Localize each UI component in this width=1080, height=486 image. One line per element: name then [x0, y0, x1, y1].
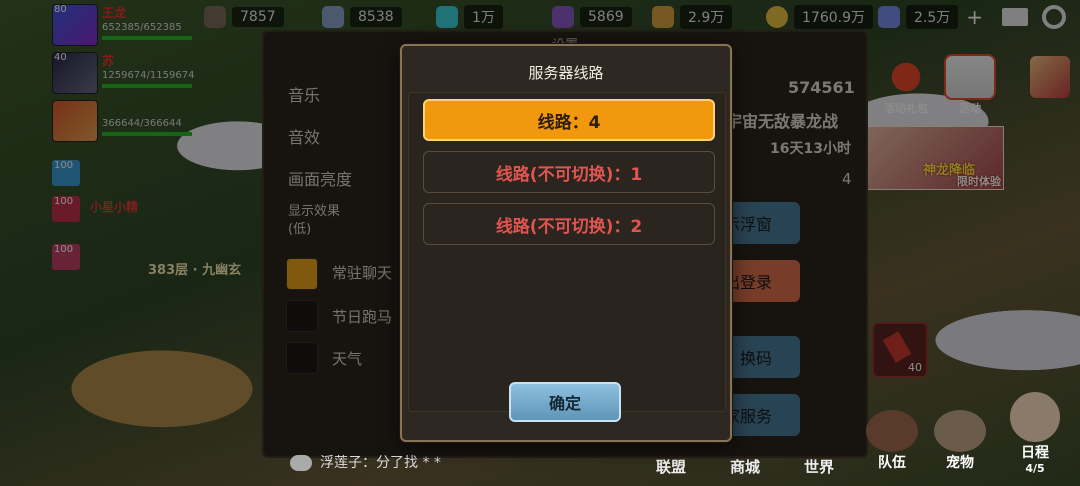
dialog-title: 服务器线路: [528, 64, 604, 82]
tab-world[interactable]: 世界: [804, 456, 834, 477]
chat-line[interactable]: 浮莲子：分了找 * *: [290, 452, 441, 472]
server-line-option-2[interactable]: 线路(不可切换)：2: [423, 203, 715, 245]
pet-button[interactable]: 宠物: [934, 410, 986, 472]
server-line-option-4[interactable]: 线路：4: [423, 99, 715, 141]
chat-bubble-icon: [290, 455, 312, 471]
team-icon: [866, 410, 918, 452]
server-line-dialog: 服务器线路 线路：4 线路(不可切换)：1 线路(不可切换)：2 确定: [400, 44, 732, 442]
tab-shop[interactable]: 商城: [730, 456, 760, 477]
schedule-button[interactable]: 日程 4/5: [1010, 392, 1060, 475]
server-line-list[interactable]: 线路：4 线路(不可切换)：1 线路(不可切换)：2: [408, 92, 726, 412]
confirm-button[interactable]: 确定: [509, 382, 621, 422]
tab-alliance[interactable]: 联盟: [656, 456, 686, 477]
server-line-option-1[interactable]: 线路(不可切换)：1: [423, 151, 715, 193]
team-button[interactable]: 队伍: [866, 410, 918, 472]
character-icon: [1010, 392, 1060, 442]
paw-icon: [934, 410, 986, 452]
